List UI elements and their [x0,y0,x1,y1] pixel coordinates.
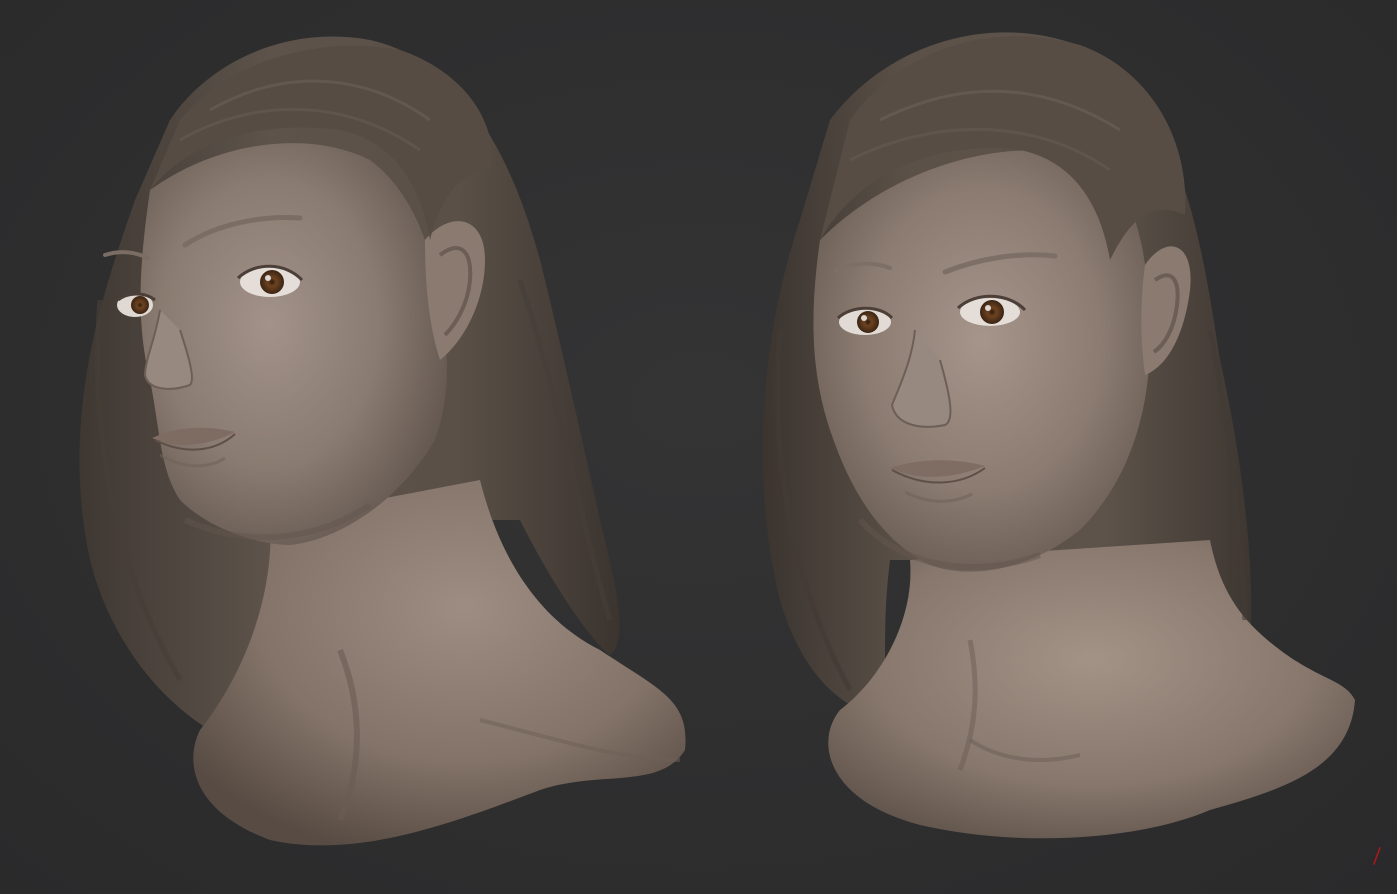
sculpt-bust-front [740,0,1380,880]
render-viewport [0,0,1397,894]
signature-mark-icon [1372,846,1384,866]
face [140,143,447,545]
sculpt-bust-three-quarter [40,0,700,870]
eye-left [131,296,149,314]
neck-shoulders [828,540,1355,839]
eye-right [980,300,1004,324]
eye-right [260,270,284,294]
eye-left [857,311,879,333]
